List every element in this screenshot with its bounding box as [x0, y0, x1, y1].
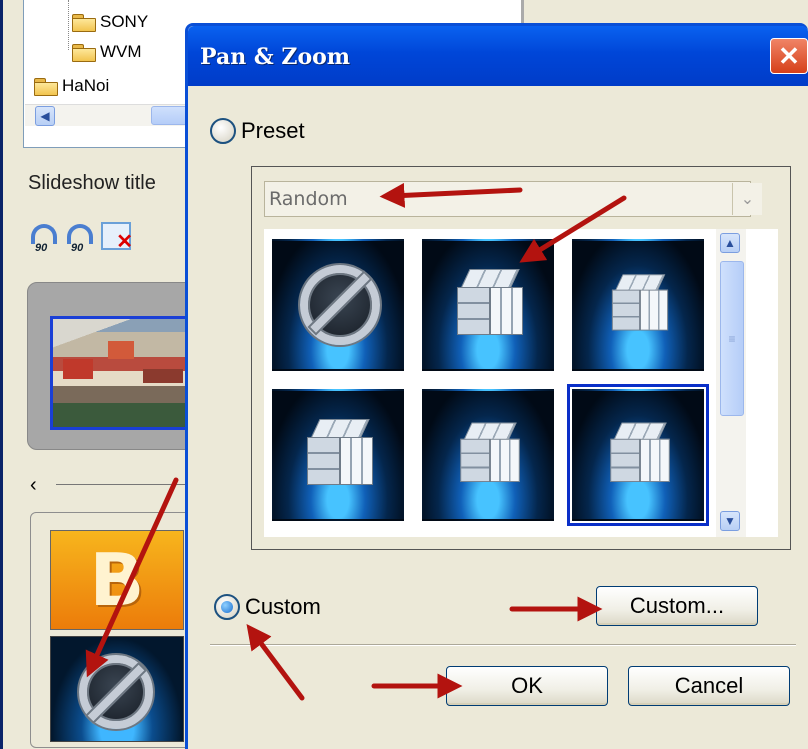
cube-icon: [307, 419, 373, 491]
remove-image-button[interactable]: ✕: [101, 222, 133, 256]
rotate-left-button[interactable]: 90: [29, 222, 59, 256]
rotate-right-degrees: 90: [71, 242, 84, 254]
effect-tile-cube-1[interactable]: [422, 239, 554, 371]
dialog-titlebar[interactable]: Pan & Zoom ✕: [188, 26, 808, 86]
preset-dropdown[interactable]: Random ⌄: [264, 181, 762, 217]
dialog-separator: [210, 644, 796, 646]
tree-item-label: SONY: [100, 12, 149, 31]
scroll-down-button[interactable]: ▼: [720, 511, 740, 531]
pan-zoom-dialog: Pan & Zoom ✕ Preset Random ⌄ ▲ ≡ ▼ Custo…: [185, 23, 808, 749]
rotate-right-button[interactable]: 90: [65, 222, 95, 256]
ok-button-label: OK: [511, 673, 543, 698]
tree-item-label: HaNoi: [62, 76, 110, 95]
rotate-left-degrees: 90: [35, 242, 48, 254]
cube-icon: [457, 269, 523, 341]
cancel-button-label: Cancel: [674, 673, 744, 698]
image-toolbar: 90 90 ✕: [29, 222, 133, 256]
ok-button[interactable]: OK: [446, 666, 608, 706]
effect-tile-cube-5-selected[interactable]: [567, 384, 709, 526]
custom-radio[interactable]: [214, 594, 240, 620]
dropdown-arrow-button[interactable]: ⌄: [732, 183, 762, 215]
cancel-button[interactable]: Cancel: [628, 666, 790, 706]
cube-icon: [460, 422, 520, 488]
effect-tile-cube-4[interactable]: [422, 389, 554, 521]
slide-thumbnail-no-effect[interactable]: [50, 636, 184, 742]
close-button[interactable]: ✕: [770, 38, 808, 74]
effect-tile-cube-2[interactable]: [572, 239, 704, 371]
folder-icon: [34, 78, 58, 96]
cube-icon: [610, 422, 670, 488]
tree-item-hanoi[interactable]: HaNoi: [34, 76, 109, 96]
timeline-track: [56, 484, 186, 485]
tree-horizontal-scrollbar[interactable]: ◀: [25, 104, 211, 126]
remove-image-icon: ✕: [101, 222, 133, 253]
scroll-thumb[interactable]: ≡: [720, 261, 744, 416]
custom-settings-button[interactable]: Custom...: [596, 586, 758, 626]
rotate-left-icon: [31, 224, 57, 244]
custom-radio-option[interactable]: Custom: [214, 594, 321, 620]
chevron-down-icon: ⌄: [740, 189, 755, 208]
custom-button-label: Custom...: [629, 593, 725, 618]
cube-icon: [611, 274, 669, 335]
effect-tile-cube-3[interactable]: [272, 389, 404, 521]
preset-frame: Random ⌄ ▲ ≡ ▼: [251, 166, 791, 550]
tree-item-wvm[interactable]: WVM: [72, 42, 142, 62]
effect-tile-no-effect[interactable]: [272, 239, 404, 371]
thumbnail-letter: B: [89, 538, 145, 622]
scroll-left-button[interactable]: ◀: [35, 106, 55, 126]
folder-icon: [72, 14, 96, 32]
slideshow-title-label: Slideshow title: [28, 172, 156, 194]
close-icon: ✕: [778, 40, 800, 71]
dialog-title: Pan & Zoom: [200, 44, 351, 70]
folder-icon: [72, 44, 96, 62]
custom-label: Custom: [245, 594, 321, 619]
preset-radio[interactable]: [210, 118, 236, 144]
photo-preview-image[interactable]: [50, 316, 192, 430]
tree-item-label: WVM: [100, 42, 142, 61]
timeline-left-arrow-icon[interactable]: ‹: [30, 474, 37, 497]
slide-thumbnail-b[interactable]: B: [50, 530, 184, 630]
preset-radio-option[interactable]: Preset: [210, 118, 305, 144]
dropdown-value: Random: [269, 188, 348, 210]
effect-grid: [264, 229, 778, 537]
rotate-right-icon: [67, 224, 93, 244]
preset-label: Preset: [241, 118, 305, 143]
scroll-up-button[interactable]: ▲: [720, 233, 740, 253]
tree-item-sony[interactable]: SONY: [72, 12, 148, 32]
effect-grid-vertical-scrollbar[interactable]: ▲ ≡ ▼: [716, 229, 746, 537]
